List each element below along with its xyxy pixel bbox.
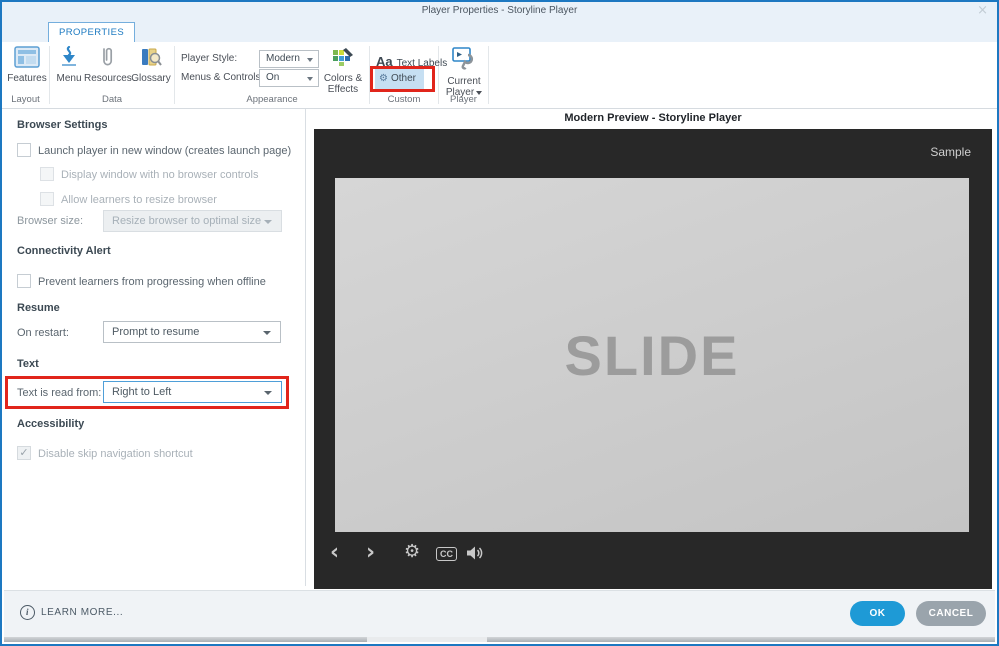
resize-browser-checkbox xyxy=(40,192,54,206)
closed-captions-icon[interactable]: CC xyxy=(436,547,457,561)
learn-more-link[interactable]: i LEARN MORE... xyxy=(20,605,123,620)
chevron-down-icon xyxy=(264,220,272,224)
player-properties-dialog: Player Properties - Storyline Player × P… xyxy=(0,0,999,646)
ok-button[interactable]: OK xyxy=(850,601,905,626)
close-icon[interactable]: × xyxy=(977,3,988,18)
text-read-from-label: Text is read from: xyxy=(17,387,101,399)
menu-icon xyxy=(59,60,79,71)
text-heading: Text xyxy=(17,358,39,370)
title-bar: Player Properties - Storyline Player × xyxy=(2,2,997,21)
prevent-offline-checkbox[interactable] xyxy=(17,274,31,288)
horizontal-scrollbar[interactable] xyxy=(4,637,995,642)
cancel-button[interactable]: CANCEL xyxy=(916,601,986,626)
on-restart-select[interactable]: Prompt to resume xyxy=(103,321,281,343)
browser-size-select: Resize browser to optimal size xyxy=(103,210,282,232)
no-browser-controls-checkbox xyxy=(40,167,54,181)
menu-label: Menu xyxy=(54,73,84,84)
text-read-from-select[interactable]: Right to Left xyxy=(103,381,282,403)
launch-new-window-checkbox[interactable] xyxy=(17,143,31,157)
glossary-icon xyxy=(139,60,163,71)
settings-gear-icon[interactable]: ⚙ xyxy=(404,541,420,562)
features-label: Features xyxy=(6,73,48,84)
resize-browser-label: Allow learners to resize browser xyxy=(61,194,217,206)
glossary-label: Glossary xyxy=(130,73,172,84)
no-browser-controls-label: Display window with no browser controls xyxy=(61,169,258,181)
data-group-label: Data xyxy=(50,94,174,105)
player-style-select[interactable]: Modern xyxy=(259,50,319,68)
info-icon: i xyxy=(20,605,35,620)
scrollbar-thumb[interactable] xyxy=(367,637,487,642)
previous-slide-icon[interactable]: ‹ xyxy=(330,542,339,564)
menu-button[interactable]: Menu xyxy=(54,46,84,84)
current-player-button[interactable]: Current Player xyxy=(441,45,487,98)
slide-placeholder-text: SLIDE xyxy=(565,323,740,388)
slide-area: SLIDE xyxy=(335,178,969,532)
text-read-from-value: Right to Left xyxy=(112,386,171,398)
menus-controls-label: Menus & Controls: xyxy=(181,72,263,83)
colors-effects-button[interactable]: Colors & Effects xyxy=(320,46,366,95)
menus-controls-value: On xyxy=(266,72,279,83)
settings-panel: Browser Settings Launch player in new wi… xyxy=(4,109,305,586)
menus-controls-select[interactable]: On xyxy=(259,69,319,87)
player-preview-frame: Sample SLIDE ‹ › ⚙ CC xyxy=(314,129,992,589)
on-restart-value: Prompt to resume xyxy=(112,326,199,338)
connectivity-heading: Connectivity Alert xyxy=(17,245,111,257)
browser-settings-heading: Browser Settings xyxy=(17,119,107,131)
panel-divider xyxy=(305,109,306,586)
prevent-offline-label: Prevent learners from progressing when o… xyxy=(38,276,266,288)
paperclip-icon xyxy=(98,60,116,71)
group-separator xyxy=(488,46,489,104)
launch-new-window-label: Launch player in new window (creates lau… xyxy=(38,145,291,157)
sample-label: Sample xyxy=(930,145,971,159)
resources-label: Resources xyxy=(84,73,130,84)
chevron-down-icon xyxy=(263,331,271,335)
tab-properties[interactable]: PROPERTIES xyxy=(48,22,135,42)
current-player-icon xyxy=(451,63,477,74)
chevron-down-icon xyxy=(307,58,313,62)
preview-title: Modern Preview - Storyline Player xyxy=(314,112,992,124)
browser-size-label: Browser size: xyxy=(17,215,83,227)
player-style-value: Modern xyxy=(266,53,300,64)
other-annotation-redbox xyxy=(370,66,435,92)
layout-group-label: Layout xyxy=(2,94,49,105)
features-icon xyxy=(14,60,40,71)
tab-strip: PROPERTIES xyxy=(2,21,997,42)
resources-button[interactable]: Resources xyxy=(84,46,130,84)
player-style-label: Player Style: xyxy=(181,53,237,64)
ribbon: Features Layout Menu Resources xyxy=(2,42,997,109)
footer-bar: i LEARN MORE... OK CANCEL xyxy=(4,590,995,639)
disable-skip-nav-checkbox: ✓ xyxy=(17,446,31,460)
on-restart-label: On restart: xyxy=(17,327,69,339)
window-title: Player Properties - Storyline Player xyxy=(2,5,997,16)
appearance-group-label: Appearance xyxy=(175,94,369,105)
disable-skip-nav-label: Disable skip navigation shortcut xyxy=(38,448,193,460)
next-slide-icon[interactable]: › xyxy=(366,542,375,564)
browser-size-value: Resize browser to optimal size xyxy=(112,215,261,227)
colors-effects-label: Colors & Effects xyxy=(320,73,366,95)
custom-group-label: Custom xyxy=(370,94,438,105)
resume-heading: Resume xyxy=(17,302,60,314)
colors-effects-icon xyxy=(331,60,355,71)
chevron-down-icon xyxy=(264,391,272,395)
volume-icon[interactable] xyxy=(466,545,484,566)
glossary-button[interactable]: Glossary xyxy=(130,46,172,84)
player-group-label: Player xyxy=(439,94,488,105)
learn-more-label: LEARN MORE... xyxy=(41,607,123,618)
chevron-down-icon xyxy=(307,77,313,81)
accessibility-heading: Accessibility xyxy=(17,418,84,430)
features-button[interactable]: Features xyxy=(6,46,48,84)
